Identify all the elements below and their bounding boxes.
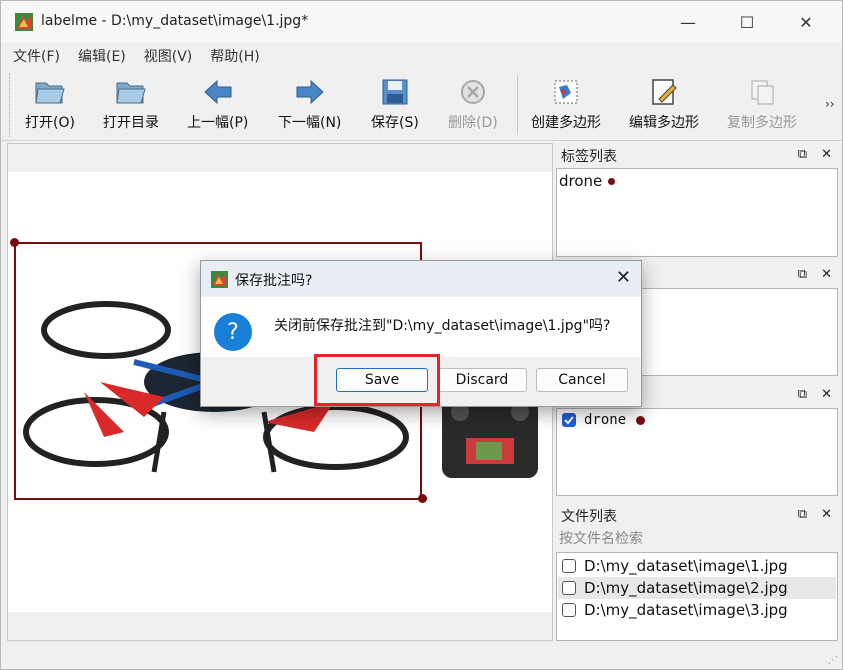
folder-open-icon xyxy=(114,75,148,109)
close-dock-icon[interactable]: ✕ xyxy=(821,387,832,402)
copy-pages-icon xyxy=(745,75,779,109)
next-image-button[interactable]: 下一幅(N) xyxy=(278,75,341,137)
polygon-label: drone xyxy=(584,412,627,428)
menu-help[interactable]: 帮助(H) xyxy=(210,46,259,66)
float-dock-icon[interactable]: ⧉ xyxy=(798,387,807,402)
folder-open-icon xyxy=(33,75,67,109)
label-list[interactable]: drone xyxy=(556,168,838,257)
arrow-right-icon xyxy=(293,75,327,109)
toolbar-more-icon[interactable]: ›› xyxy=(825,97,835,111)
file-path: D:\my_dataset\image\1.jpg xyxy=(584,557,788,575)
next-label: 下一幅(N) xyxy=(278,115,342,131)
prev-label: 上一幅(P) xyxy=(187,115,249,131)
edit-polygon-button[interactable]: 编辑多边形 xyxy=(629,75,699,137)
dialog-message: 关闭前保存批注到"D:\my_dataset\image\1.jpg"吗? xyxy=(274,318,611,334)
toolbar: 打开(O) 打开目录 上一幅(P) 下一幅(N) 保存(S) 删除(D) 创建多… xyxy=(1,69,842,141)
open-label: 打开(O) xyxy=(25,115,75,131)
label-list-title: 标签列表 xyxy=(561,149,617,165)
close-dock-icon[interactable]: ✕ xyxy=(821,507,832,522)
menu-file[interactable]: 文件(F) xyxy=(13,46,60,66)
open-dir-button[interactable]: 打开目录 xyxy=(103,75,159,137)
save-button[interactable]: 保存(S) xyxy=(371,75,419,137)
open-button[interactable]: 打开(O) xyxy=(25,75,75,137)
labelme-logo-icon xyxy=(15,13,33,31)
file-path: D:\my_dataset\image\2.jpg xyxy=(584,579,788,597)
create-polygon-button[interactable]: 创建多边形 xyxy=(531,75,601,137)
label-list-header: 标签列表 ⧉ ✕ xyxy=(556,144,838,168)
file-checkbox[interactable] xyxy=(562,581,576,595)
float-dock-icon[interactable]: ⧉ xyxy=(798,507,807,522)
table-row[interactable]: D:\my_dataset\image\1.jpg xyxy=(558,555,836,577)
delete-button[interactable]: 删除(D) xyxy=(448,75,498,137)
maximize-icon: ☐ xyxy=(739,12,755,32)
prev-image-button[interactable]: 上一幅(P) xyxy=(187,75,248,137)
question-icon: ? xyxy=(214,313,252,351)
menu-edit[interactable]: 编辑(E) xyxy=(78,46,126,66)
polygon-list[interactable]: drone xyxy=(556,408,838,496)
floppy-disk-icon xyxy=(378,75,412,109)
dialog-title: 保存批注吗? xyxy=(235,273,313,289)
delete-circle-icon xyxy=(456,75,490,109)
menu-bar: 文件(F) 编辑(E) 视图(V) 帮助(H) xyxy=(1,43,842,69)
polygon-color-dot xyxy=(636,415,646,425)
close-dock-icon[interactable]: ✕ xyxy=(821,147,832,162)
table-row[interactable]: D:\my_dataset\image\2.jpg xyxy=(558,577,836,599)
edit-polygon-label: 编辑多边形 xyxy=(629,115,699,131)
copy-polygon-button[interactable]: 复制多边形 xyxy=(727,75,797,137)
close-dock-icon[interactable]: ✕ xyxy=(821,267,832,282)
dialog-close-icon[interactable]: ✕ xyxy=(616,267,631,288)
file-checkbox[interactable] xyxy=(562,559,576,573)
toolbar-grip[interactable] xyxy=(9,73,11,137)
close-icon: ✕ xyxy=(799,12,813,32)
file-list-title: 文件列表 xyxy=(561,509,617,525)
table-row[interactable]: D:\my_dataset\image\3.jpg xyxy=(558,599,836,621)
list-item[interactable]: drone xyxy=(562,412,646,428)
close-window-button[interactable]: ✕ xyxy=(777,1,835,43)
open-dir-label: 打开目录 xyxy=(103,115,159,131)
delete-label: 删除(D) xyxy=(448,115,498,131)
polygon-visible-checkbox[interactable] xyxy=(562,413,576,427)
minimize-button[interactable]: — xyxy=(659,1,717,43)
status-bar: ⋰ xyxy=(1,645,842,669)
save-highlight-box xyxy=(314,354,440,406)
file-list-dock: 文件列表 ⧉ ✕ 按文件名检索 D:\my_dataset\image\1.jp… xyxy=(556,504,838,642)
dialog-title-bar: 保存批注吗? ✕ xyxy=(201,261,641,297)
label-name: drone xyxy=(559,172,603,190)
edit-pencil-icon xyxy=(647,75,681,109)
file-list-header: 文件列表 ⧉ ✕ xyxy=(556,504,838,528)
save-label: 保存(S) xyxy=(371,115,419,131)
bbox-vertex-bottom-right[interactable] xyxy=(418,494,427,503)
cancel-button[interactable]: Cancel xyxy=(536,368,628,392)
file-search-input[interactable]: 按文件名检索 xyxy=(556,528,838,550)
file-path: D:\my_dataset\image\3.jpg xyxy=(584,601,788,619)
float-dock-icon[interactable]: ⧉ xyxy=(798,147,807,162)
arrow-left-icon xyxy=(201,75,235,109)
maximize-button[interactable]: ☐ xyxy=(718,1,776,43)
label-color-dot xyxy=(608,177,616,185)
labelme-logo-icon xyxy=(211,271,228,288)
list-item[interactable]: drone xyxy=(559,172,616,190)
create-polygon-label: 创建多边形 xyxy=(531,115,601,131)
file-list[interactable]: D:\my_dataset\image\1.jpg D:\my_dataset\… xyxy=(556,552,838,641)
create-polygon-icon xyxy=(549,75,583,109)
resize-grip-icon[interactable]: ⋰ xyxy=(828,655,838,666)
minimize-icon: — xyxy=(680,12,696,32)
float-dock-icon[interactable]: ⧉ xyxy=(798,267,807,282)
menu-view[interactable]: 视图(V) xyxy=(144,46,193,66)
window-title: labelme - D:\my_dataset\image\1.jpg* xyxy=(41,13,309,29)
bbox-vertex-top-left[interactable] xyxy=(10,238,19,247)
discard-button[interactable]: Discard xyxy=(437,368,527,392)
toolbar-separator xyxy=(517,75,518,135)
file-checkbox[interactable] xyxy=(562,603,576,617)
title-bar: labelme - D:\my_dataset\image\1.jpg* — ☐… xyxy=(1,1,842,43)
label-list-dock: 标签列表 ⧉ ✕ drone xyxy=(556,144,838,258)
copy-polygon-label: 复制多边形 xyxy=(727,115,797,131)
